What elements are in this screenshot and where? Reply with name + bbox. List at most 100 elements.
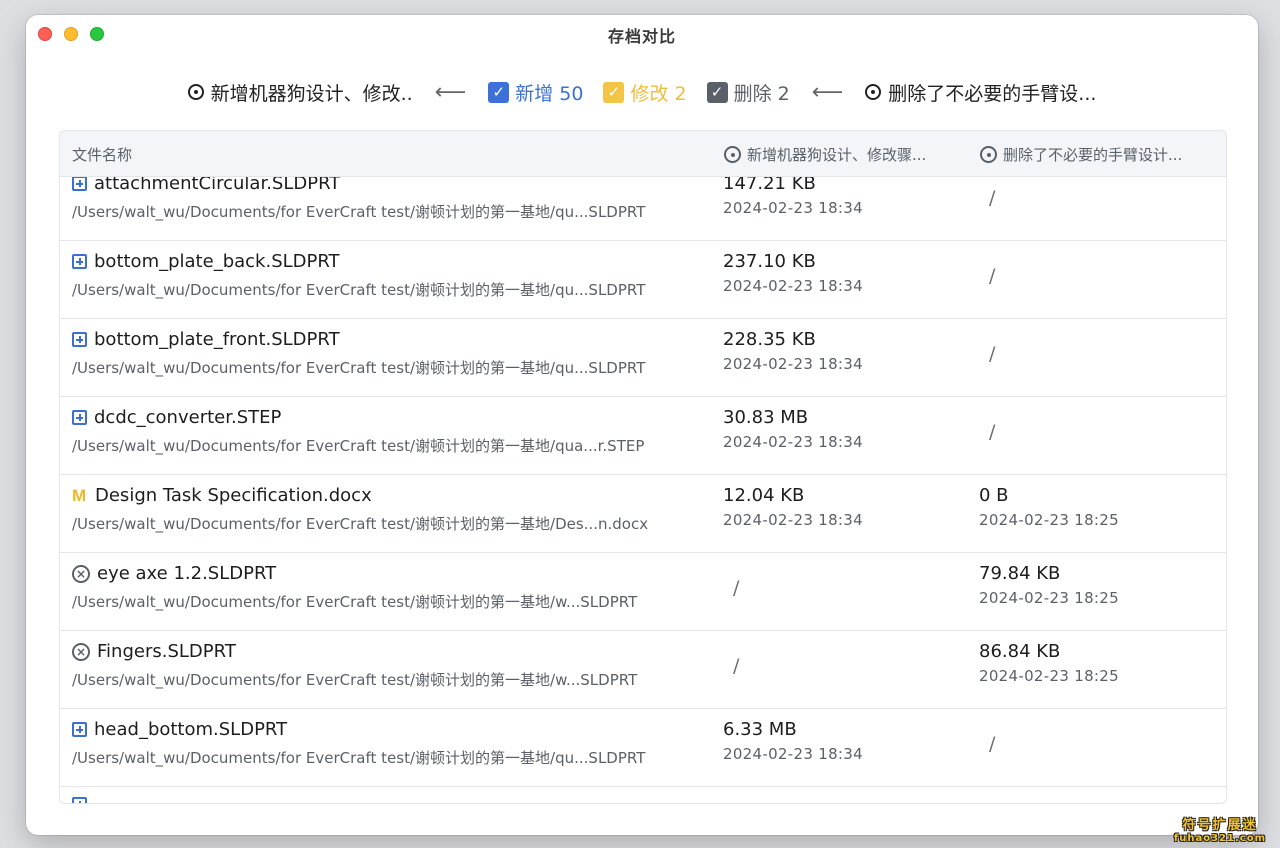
snapshot-1-cell: 6.33 MB 2024-02-23 18:34	[723, 719, 863, 763]
clock-icon	[724, 146, 741, 163]
snapshot-2-cell: 79.84 KB 2024-02-23 18:25	[979, 563, 1119, 607]
file-name: dcdc_converter.STEP	[94, 407, 282, 428]
filter-added-label: 新增 50	[515, 82, 584, 105]
file-name-cell: attachmentCircular.SLDPRT/Users/walt_wu/…	[72, 177, 645, 222]
checkmark-icon: ✓	[488, 81, 510, 103]
table-header: 文件名称 新增机器狗设计、修改骤... 删除了不必要的手臂设计...	[60, 131, 1226, 177]
file-name-line	[72, 797, 87, 803]
file-name-line: attachmentCircular.SLDPRT	[72, 177, 645, 194]
empty-value-slash: /	[733, 577, 740, 599]
filter-modified-label: 修改 2	[630, 82, 687, 105]
file-name-cell	[72, 797, 87, 803]
file-name-line: bottom_plate_front.SLDPRT	[72, 329, 645, 350]
file-timestamp: 2024-02-23 18:34	[723, 511, 863, 529]
snapshot-1-cell: 237.10 KB 2024-02-23 18:34	[723, 251, 863, 295]
right-snapshot-label: 删除了不必要的手臂设...	[888, 82, 1097, 105]
left-arrow-icon: ⟵	[811, 79, 844, 105]
table-row[interactable]: head_bottom.SLDPRT/Users/walt_wu/Documen…	[60, 709, 1226, 787]
table-rows: attachmentCircular.SLDPRT/Users/walt_wu/…	[60, 177, 1226, 803]
file-name: Design Task Specification.docx	[95, 485, 372, 506]
file-name-line: bottom_plate_back.SLDPRT	[72, 251, 645, 272]
file-path: /Users/walt_wu/Documents/for EverCraft t…	[72, 749, 646, 767]
file-size: 237.10 KB	[723, 251, 816, 272]
file-name: Fingers.SLDPRT	[97, 641, 236, 662]
file-compare-table: 文件名称 新增机器狗设计、修改骤... 删除了不必要的手臂设计... attac…	[59, 130, 1227, 804]
table-row-partial[interactable]	[60, 787, 1226, 803]
header-file-name[interactable]: 文件名称	[72, 144, 132, 165]
x-circle-icon: ×	[72, 642, 90, 661]
table-row[interactable]: bottom_plate_back.SLDPRT/Users/walt_wu/D…	[60, 241, 1226, 319]
file-timestamp: 2024-02-23 18:34	[723, 355, 863, 373]
table-row[interactable]: dcdc_converter.STEP/Users/walt_wu/Docume…	[60, 397, 1226, 475]
modified-icon: M	[72, 486, 87, 505]
snapshot-1-cell: 147.21 KB 2024-02-23 18:34	[723, 177, 863, 217]
empty-value-slash: /	[733, 655, 740, 677]
snapshot-2-cell: 0 B 2024-02-23 18:25	[979, 485, 1119, 529]
file-path: /Users/walt_wu/Documents/for EverCraft t…	[72, 515, 649, 533]
clock-icon	[980, 146, 997, 163]
plus-square-icon	[72, 332, 87, 347]
left-snapshot[interactable]: 新增机器狗设计、修改..	[187, 79, 413, 106]
file-name-line: M Design Task Specification.docx	[72, 485, 648, 506]
plus-square-icon	[72, 177, 87, 191]
checkmark-icon: ✓	[706, 81, 728, 103]
file-timestamp: 2024-02-23 18:34	[723, 199, 863, 217]
plus-square-icon	[72, 254, 87, 269]
title-bar: 存档对比	[26, 15, 1258, 53]
file-name: attachmentCircular.SLDPRT	[94, 177, 341, 194]
checkmark-icon: ✓	[603, 81, 625, 103]
file-size: 79.84 KB	[979, 563, 1061, 584]
file-name-cell: bottom_plate_back.SLDPRT/Users/walt_wu/D…	[72, 251, 645, 300]
empty-value-slash: /	[989, 265, 996, 287]
watermark-url: fuhao321.com	[1173, 833, 1266, 844]
compare-window: 存档对比 新增机器狗设计、修改.. ⟵ ✓ 新增 50 ✓ 修改 2 ✓ 删除 …	[26, 15, 1258, 835]
file-path: /Users/walt_wu/Documents/for EverCraft t…	[72, 203, 646, 221]
filter-deleted-checkbox[interactable]: ✓ 删除 2	[706, 79, 790, 106]
snapshot-1-cell: 228.35 KB 2024-02-23 18:34	[723, 329, 863, 373]
plus-square-icon	[72, 410, 87, 425]
window-title: 存档对比	[607, 27, 676, 46]
file-timestamp: 2024-02-23 18:25	[979, 589, 1119, 607]
table-row[interactable]: × Fingers.SLDPRT/Users/walt_wu/Documents/…	[60, 631, 1226, 709]
file-path: /Users/walt_wu/Documents/for EverCraft t…	[72, 437, 645, 455]
file-size: 0 B	[979, 485, 1009, 506]
file-name: head_bottom.SLDPRT	[94, 719, 288, 740]
compare-bar: 新增机器狗设计、修改.. ⟵ ✓ 新增 50 ✓ 修改 2 ✓ 删除 2 ⟵ 删…	[26, 77, 1258, 107]
header-snapshot-right[interactable]: 删除了不必要的手臂设计...	[980, 144, 1182, 165]
left-snapshot-label: 新增机器狗设计、修改..	[210, 82, 413, 105]
file-name: bottom_plate_back.SLDPRT	[94, 251, 340, 272]
right-snapshot[interactable]: 删除了不必要的手臂设...	[865, 79, 1096, 106]
x-circle-icon: ×	[72, 564, 90, 583]
table-body[interactable]: attachmentCircular.SLDPRT/Users/walt_wu/…	[60, 177, 1226, 803]
header-snapshot-right-label: 删除了不必要的手臂设计...	[1003, 146, 1183, 164]
header-snapshot-left[interactable]: 新增机器狗设计、修改骤...	[724, 144, 926, 165]
empty-value-slash: /	[989, 733, 996, 755]
file-path: /Users/walt_wu/Documents/for EverCraft t…	[72, 593, 638, 611]
left-arrow-icon: ⟵	[434, 79, 467, 105]
file-size: 147.21 KB	[723, 177, 816, 194]
table-row[interactable]: M Design Task Specification.docx/Users/wa…	[60, 475, 1226, 553]
filter-added-checkbox[interactable]: ✓ 新增 50	[488, 79, 583, 106]
file-path: /Users/walt_wu/Documents/for EverCraft t…	[72, 359, 646, 377]
file-size: 228.35 KB	[723, 329, 816, 350]
watermark-title: 符号扩展迷	[1182, 818, 1258, 833]
file-name: eye axe 1.2.SLDPRT	[97, 563, 277, 584]
table-row[interactable]: bottom_plate_front.SLDPRT/Users/walt_wu/…	[60, 319, 1226, 397]
file-name-cell: M Design Task Specification.docx/Users/wa…	[72, 485, 648, 534]
filter-modified-checkbox[interactable]: ✓ 修改 2	[603, 79, 687, 106]
table-row[interactable]: attachmentCircular.SLDPRT/Users/walt_wu/…	[60, 177, 1226, 241]
clock-icon	[187, 84, 204, 100]
file-name-cell: × Fingers.SLDPRT/Users/walt_wu/Documents/…	[72, 641, 637, 690]
file-name-line: dcdc_converter.STEP	[72, 407, 644, 428]
file-size: 6.33 MB	[723, 719, 797, 740]
watermark: 符号扩展迷 fuhao321.com	[1174, 814, 1266, 844]
snapshot-2-cell: 86.84 KB 2024-02-23 18:25	[979, 641, 1119, 685]
empty-value-slash: /	[989, 187, 996, 209]
file-name-cell: head_bottom.SLDPRT/Users/walt_wu/Documen…	[72, 719, 645, 768]
file-name-cell: dcdc_converter.STEP/Users/walt_wu/Docume…	[72, 407, 644, 456]
table-row[interactable]: × eye axe 1.2.SLDPRT/Users/walt_wu/Docume…	[60, 553, 1226, 631]
file-timestamp: 2024-02-23 18:25	[979, 511, 1119, 529]
filter-deleted-label: 删除 2	[733, 82, 790, 105]
snapshot-1-cell: 30.83 MB 2024-02-23 18:34	[723, 407, 863, 451]
file-name-line: × Fingers.SLDPRT	[72, 641, 637, 662]
